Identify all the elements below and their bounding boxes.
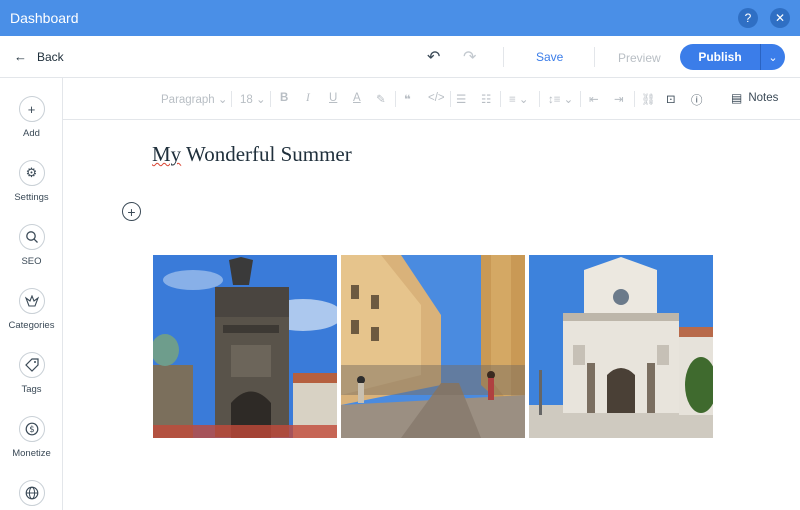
svg-text:$: $ — [29, 425, 34, 435]
divider — [450, 91, 451, 107]
sidebar-item-label: Tags — [21, 384, 42, 395]
bulleted-list-icon[interactable]: ☷ — [481, 92, 491, 106]
arrow-left-icon: ← — [14, 49, 27, 64]
comment-icon[interactable]: ⊡ — [666, 92, 676, 106]
sidebar-item-monetize[interactable]: $ Monetize — [0, 416, 63, 459]
sidebar-item-tags[interactable]: Tags — [0, 352, 63, 395]
chevron-down-icon[interactable]: ⌄ — [761, 51, 785, 64]
divider — [539, 91, 540, 107]
divider — [594, 47, 595, 67]
divider — [231, 91, 232, 107]
notes-label: Notes — [748, 92, 779, 104]
divider — [580, 91, 581, 107]
tag-icon — [18, 352, 45, 378]
font-size-dropdown[interactable]: 18 ⌄ — [240, 92, 266, 106]
back-label: Back — [37, 49, 64, 64]
gallery-image-tower[interactable] — [153, 255, 337, 438]
sidebar-item-add[interactable]: + Add — [0, 96, 63, 139]
indent-decrease-icon[interactable]: ⇤ — [589, 92, 599, 106]
formatting-toolbar: Paragraph ⌄ 18 ⌄ B I U A ✎ ❝ </> ☰ ☷ ≡ ⌄… — [63, 78, 800, 120]
italic-icon[interactable]: I — [306, 92, 310, 104]
divider — [395, 91, 396, 107]
divider — [270, 91, 271, 107]
back-button[interactable]: ← Back — [14, 49, 64, 64]
divider — [634, 91, 635, 107]
sidebar-item-label: Monetize — [12, 448, 51, 459]
sidebar-item-label: SEO — [21, 256, 42, 267]
redo-icon[interactable]: ↷ — [463, 47, 476, 67]
sidebar-item-settings[interactable]: ⚙ Settings — [0, 160, 63, 203]
categories-icon — [18, 288, 45, 314]
save-button[interactable]: Save — [536, 50, 563, 64]
indent-increase-icon[interactable]: ⇥ — [614, 92, 624, 106]
undo-icon[interactable]: ↶ — [427, 47, 440, 67]
numbered-list-icon[interactable]: ☰ — [456, 92, 466, 106]
divider — [503, 47, 504, 67]
line-spacing-dropdown[interactable]: ↕≡ ⌄ — [548, 92, 573, 106]
notes-icon: ▤ — [731, 91, 743, 105]
search-icon — [18, 224, 45, 250]
divider — [500, 91, 501, 107]
publish-button[interactable]: Publish — [680, 50, 760, 64]
action-bar: ← Back ↶ ↷ Save Preview Publish ⌄ — [0, 36, 800, 78]
post-title-word: My — [152, 142, 182, 166]
gear-icon: ⚙ — [18, 160, 45, 186]
notes-button[interactable]: ▤ Notes — [731, 91, 778, 105]
plus-icon: + — [18, 96, 45, 122]
dollar-icon: $ — [18, 416, 45, 442]
align-dropdown[interactable]: ≡ ⌄ — [509, 92, 529, 106]
window-titlebar: Dashboard ? ✕ — [0, 0, 800, 36]
publish-button-group: Publish ⌄ — [680, 44, 785, 70]
paragraph-style-label: Paragraph — [161, 94, 215, 106]
sidebar: + Add ⚙ Settings SEO Categories Tags $ M… — [0, 78, 63, 510]
bold-icon[interactable]: B — [280, 92, 288, 104]
underline-icon[interactable]: U — [329, 92, 337, 104]
gallery-image-street[interactable] — [341, 255, 525, 438]
post-title-rest: Wonderful Summer — [181, 142, 352, 166]
paragraph-style-dropdown[interactable]: Paragraph ⌄ — [161, 92, 228, 106]
window-title: Dashboard — [10, 10, 79, 26]
link-icon[interactable]: ⛓ — [641, 92, 656, 106]
preview-button[interactable]: Preview — [618, 51, 661, 65]
sidebar-item-label: Categories — [8, 320, 55, 331]
sidebar-item-seo[interactable]: SEO — [0, 224, 63, 267]
quote-icon[interactable]: ❝ — [404, 92, 411, 106]
sidebar-item-label: Settings — [14, 192, 49, 203]
post-title[interactable]: My Wonderful Summer — [152, 142, 352, 167]
code-icon[interactable]: </> — [428, 92, 445, 104]
gallery-image-church[interactable] — [529, 255, 713, 438]
add-block-button[interactable]: + — [122, 202, 141, 221]
help-icon[interactable]: ? — [738, 8, 758, 28]
close-icon[interactable]: ✕ — [770, 8, 790, 28]
sidebar-item-language[interactable] — [0, 480, 63, 506]
info-icon[interactable]: ⓘ — [691, 92, 703, 108]
text-color-icon[interactable]: A — [353, 92, 361, 104]
sidebar-item-categories[interactable]: Categories — [0, 288, 63, 331]
highlight-icon[interactable]: ✎ — [376, 92, 386, 106]
globe-icon — [18, 480, 45, 506]
sidebar-item-label: Add — [23, 128, 40, 139]
font-size-value: 18 — [240, 94, 253, 106]
